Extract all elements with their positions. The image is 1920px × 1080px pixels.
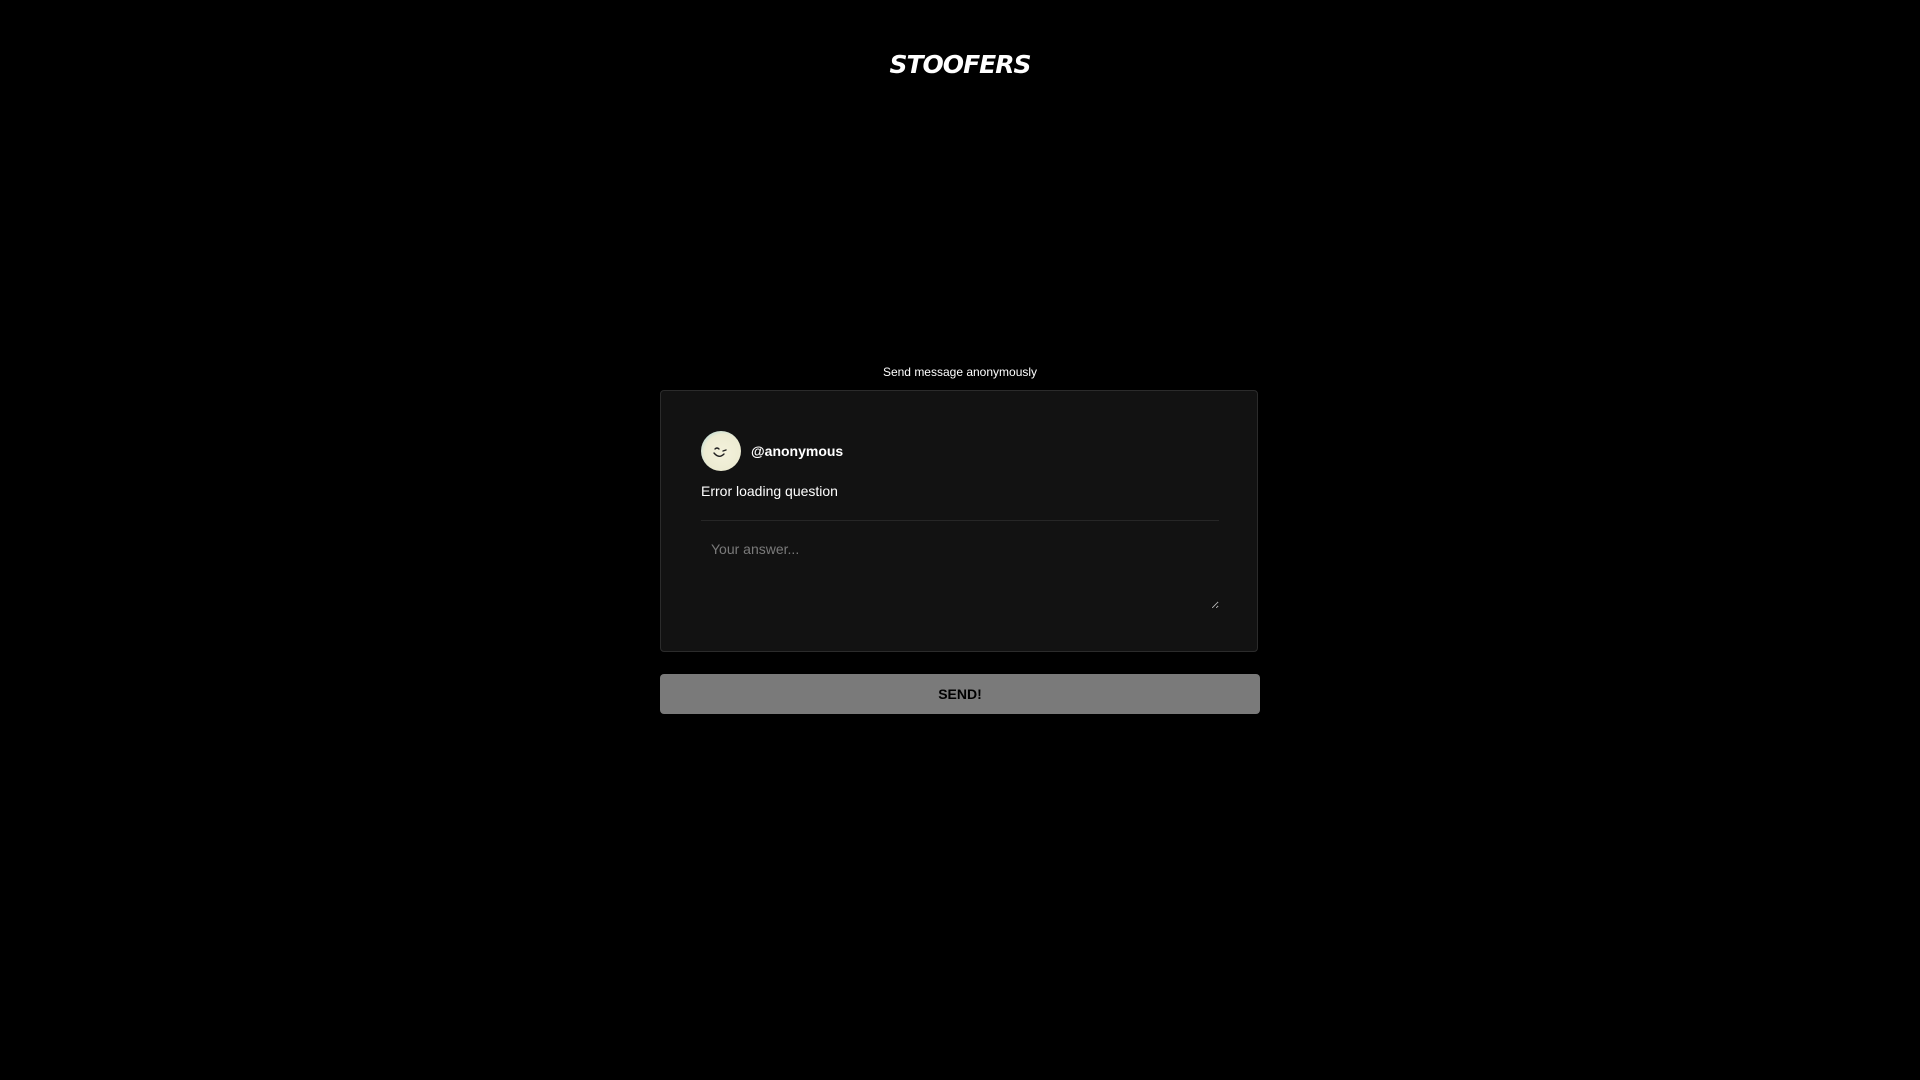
answer-input[interactable] <box>701 531 1219 609</box>
message-card: @anonymous Error loading question <box>660 390 1258 652</box>
logo[interactable]: STOOFERS <box>0 50 1920 80</box>
page-subtitle: Send message anonymously <box>882 365 1038 379</box>
question-text: Error loading question <box>701 483 838 499</box>
smiling-moon-icon <box>713 447 727 457</box>
send-button[interactable]: SEND! <box>660 674 1260 714</box>
divider <box>701 520 1219 521</box>
card-header: @anonymous <box>701 431 843 471</box>
username: @anonymous <box>751 443 844 459</box>
page: STOOFERS Send message anonymously @anony… <box>0 0 1920 1080</box>
avatar <box>701 431 741 471</box>
